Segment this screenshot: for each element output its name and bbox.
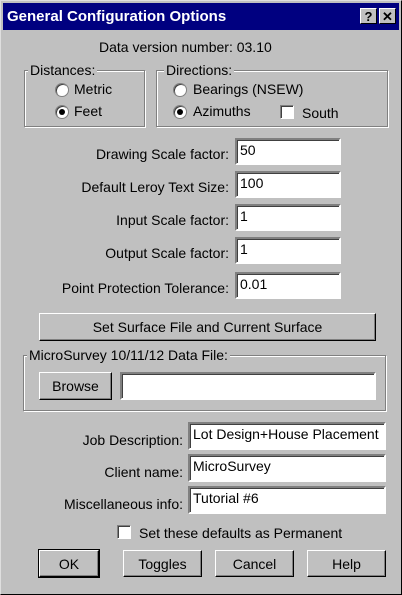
help-button[interactable]: Help — [307, 550, 386, 577]
client-name-input[interactable]: MicroSurvey — [188, 454, 386, 482]
job-description-label: Job Description: — [82, 432, 183, 448]
data-version-label: Data version number: 03.10 — [99, 39, 272, 55]
permanent-label[interactable]: Set these defaults as Permanent — [139, 525, 342, 541]
leroy-text-size-input[interactable]: 100 — [235, 171, 341, 198]
leroy-text-size-label: Default Leroy Text Size: — [81, 179, 229, 195]
distances-legend: Distances: — [28, 62, 98, 78]
south-label[interactable]: South — [302, 105, 339, 121]
point-tolerance-input[interactable]: 0.01 — [235, 272, 341, 299]
input-scale-input[interactable]: 1 — [235, 204, 341, 231]
misc-info-input[interactable]: Tutorial #6 — [188, 486, 386, 514]
drawing-scale-input[interactable]: 50 — [235, 138, 341, 165]
bearings-label[interactable]: Bearings (NSEW) — [193, 81, 303, 97]
window-title: General Configuration Options — [7, 8, 227, 25]
client-name-label: Client name: — [104, 464, 183, 480]
data-file-input[interactable] — [120, 372, 376, 400]
point-tolerance-label: Point Protection Tolerance: — [61, 280, 229, 296]
permanent-checkbox[interactable] — [117, 525, 131, 539]
directions-group: Directions: — [156, 62, 388, 127]
directions-legend: Directions: — [164, 62, 235, 78]
azimuths-label[interactable]: Azimuths — [193, 103, 251, 119]
cancel-button[interactable]: Cancel — [215, 550, 294, 577]
microsurvey-legend: MicroSurvey 10/11/12 Data File: — [27, 347, 230, 363]
azimuths-radio[interactable] — [173, 105, 187, 119]
help-icon[interactable]: ? — [360, 8, 377, 24]
south-checkbox[interactable] — [280, 105, 294, 119]
drawing-scale-label: Drawing Scale factor: — [95, 146, 229, 162]
output-scale-input[interactable]: 1 — [235, 237, 341, 264]
radio-selected-dot — [177, 109, 183, 115]
close-icon[interactable]: ✕ — [379, 8, 396, 24]
toggles-button[interactable]: Toggles — [123, 550, 202, 577]
metric-label[interactable]: Metric — [74, 81, 112, 97]
bearings-radio[interactable] — [173, 83, 187, 97]
browse-button[interactable]: Browse — [39, 372, 112, 400]
metric-radio[interactable] — [55, 83, 69, 97]
input-scale-label: Input Scale factor: — [116, 212, 229, 228]
feet-label[interactable]: Feet — [74, 103, 102, 119]
set-surface-button[interactable]: Set Surface File and Current Surface — [39, 313, 376, 341]
radio-selected-dot — [59, 109, 65, 115]
ok-button[interactable]: OK — [38, 549, 100, 578]
title-bar[interactable]: General Configuration Options ? ✕ — [3, 3, 399, 30]
config-dialog: General Configuration Options ? ✕ Data v… — [0, 0, 402, 595]
output-scale-label: Output Scale factor: — [105, 245, 229, 261]
job-description-input[interactable]: Lot Design+House Placement — [188, 422, 386, 450]
feet-radio[interactable] — [55, 105, 69, 119]
misc-info-label: Miscellaneous info: — [63, 496, 183, 512]
